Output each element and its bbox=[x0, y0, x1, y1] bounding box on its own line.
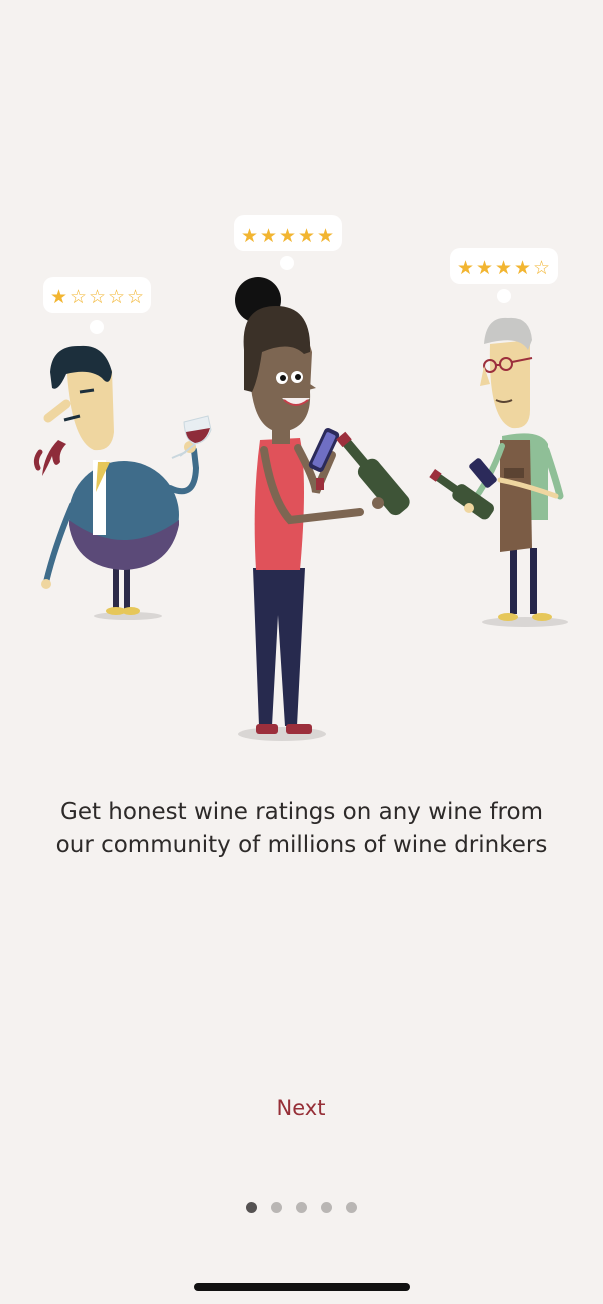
reviewer-one-star-figure: ★ ☆ ☆ ☆ ☆ bbox=[33, 277, 212, 620]
star-icon: ★ bbox=[260, 225, 277, 247]
page-dot-1[interactable] bbox=[246, 1201, 257, 1213]
star-icon: ★ bbox=[495, 257, 512, 279]
rating-stars-5: ★ ★ ★ ★ ★ bbox=[241, 225, 334, 247]
onboarding-caption: Get honest wine ratings on any wine from… bbox=[55, 799, 548, 858]
home-indicator[interactable] bbox=[194, 1283, 410, 1291]
star-icon: ★ bbox=[50, 286, 67, 308]
star-icon: ☆ bbox=[533, 257, 550, 279]
star-icon: ☆ bbox=[127, 286, 144, 308]
star-icon: ★ bbox=[241, 225, 258, 247]
next-button[interactable]: Next bbox=[241, 1088, 361, 1128]
onboarding-illustration: ★ ☆ ☆ ☆ ☆ ★ ★ ★ ★ ★ ★ ★ ★ ★ ☆ bbox=[33, 215, 568, 741]
star-icon: ☆ bbox=[108, 286, 125, 308]
reviewer-four-star-figure: ★ ★ ★ ★ ☆ bbox=[429, 248, 568, 627]
star-icon: ☆ bbox=[70, 286, 87, 308]
star-icon: ★ bbox=[514, 257, 531, 279]
star-icon: ★ bbox=[476, 257, 493, 279]
rating-stars-1: ★ ☆ ☆ ☆ ☆ bbox=[50, 286, 144, 308]
reviewer-five-star-figure: ★ ★ ★ ★ ★ bbox=[234, 215, 410, 741]
star-icon: ★ bbox=[457, 257, 474, 279]
star-icon: ★ bbox=[298, 225, 315, 247]
star-icon: ★ bbox=[279, 225, 296, 247]
star-icon: ★ bbox=[317, 225, 334, 247]
rating-stars-4: ★ ★ ★ ★ ☆ bbox=[457, 257, 550, 279]
page-dot-3[interactable] bbox=[296, 1201, 307, 1213]
page-indicator bbox=[0, 1200, 603, 1214]
page-dot-4[interactable] bbox=[321, 1201, 332, 1213]
page-dot-5[interactable] bbox=[346, 1201, 357, 1213]
phone-icon bbox=[308, 427, 340, 473]
star-icon: ☆ bbox=[89, 286, 106, 308]
page-dot-2[interactable] bbox=[271, 1201, 282, 1213]
wine-bottle-icon bbox=[336, 431, 410, 516]
